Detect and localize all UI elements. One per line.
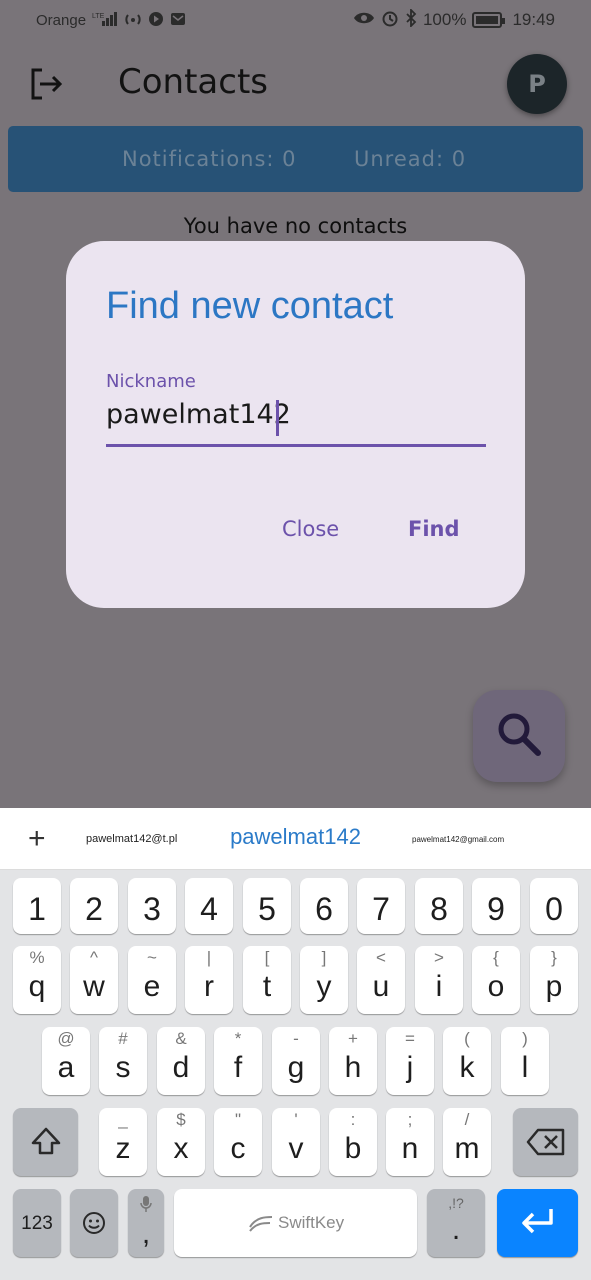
status-left: Orange LTE [36, 11, 186, 30]
key-r[interactable]: | r [185, 946, 233, 1014]
alarm-icon [381, 9, 399, 30]
key-7[interactable]: 7 [357, 878, 405, 934]
key-6[interactable]: 6 [300, 878, 348, 934]
avatar[interactable]: P [507, 54, 567, 114]
key-b[interactable]: :b [329, 1108, 377, 1176]
swiftkey-logo-icon [248, 1213, 274, 1238]
mail-icon [170, 11, 186, 30]
key-1[interactable]: 1 [13, 878, 61, 934]
key-2[interactable]: 2 [70, 878, 118, 934]
key-p[interactable]: } p [530, 946, 578, 1014]
key-k[interactable]: (k [443, 1027, 491, 1095]
nickname-input[interactable] [106, 397, 486, 447]
text-cursor [276, 400, 279, 436]
key-8[interactable]: 8 [415, 878, 463, 934]
period-key[interactable]: ,!? . [427, 1189, 485, 1257]
carrier-label: Orange [36, 12, 87, 29]
key-h[interactable]: + h [329, 1027, 377, 1095]
key-g[interactable]: -g [272, 1027, 320, 1095]
shift-key[interactable] [13, 1108, 78, 1176]
key-u[interactable]: < u [357, 946, 405, 1014]
status-right: 100% 19:49 [353, 7, 555, 30]
key-a[interactable]: @ a [42, 1027, 90, 1095]
bluetooth-icon [405, 7, 417, 30]
microphone-icon [140, 1195, 152, 1218]
key-v[interactable]: ' v [272, 1108, 320, 1176]
key-s[interactable]: # s [99, 1027, 147, 1095]
key-3[interactable]: 3 [128, 878, 176, 934]
logout-icon[interactable] [28, 66, 64, 102]
backspace-icon [526, 1128, 566, 1161]
key-d[interactable]: & d [157, 1027, 205, 1095]
key-t[interactable]: [t [243, 946, 291, 1014]
unread-count: Unread: 0 [354, 147, 467, 171]
key-c[interactable]: " c [214, 1108, 262, 1176]
suggestion-right[interactable]: pawelmat142@gmail.com [412, 835, 504, 844]
battery-icon [472, 11, 506, 28]
find-button[interactable]: Find [408, 517, 460, 541]
status-bar: Orange LTE 100% 19:49 [0, 0, 591, 42]
key-f[interactable]: * f [214, 1027, 262, 1095]
key-w[interactable]: ^ w [70, 946, 118, 1014]
key-z[interactable]: _ z [99, 1108, 147, 1176]
key-9[interactable]: 9 [472, 878, 520, 934]
emoji-icon [82, 1211, 106, 1240]
dialog-title: Find new contact [106, 285, 394, 327]
space-key[interactable]: SwiftKey [174, 1189, 417, 1257]
shift-icon [30, 1126, 62, 1163]
keyboard-suggestion-bar: + pawelmat142@t.pl pawelmat142 pawelmat1… [0, 808, 591, 870]
page-title: Contacts [118, 62, 268, 102]
enter-key[interactable] [497, 1189, 578, 1257]
find-contact-dialog: Find new contact Nickname Close Find [66, 241, 525, 608]
key-0[interactable]: 0 [530, 878, 578, 934]
key-y[interactable]: ] y [300, 946, 348, 1014]
signal-icon: LTE [92, 11, 118, 30]
key-5[interactable]: 5 [243, 878, 291, 934]
search-fab[interactable] [473, 690, 565, 782]
key-x[interactable]: $ x [157, 1108, 205, 1176]
key-i[interactable]: > i [415, 946, 463, 1014]
hotspot-icon [124, 11, 142, 30]
empty-state-message: You have no contacts [183, 214, 408, 238]
key-4[interactable]: 4 [185, 878, 233, 934]
play-icon [148, 11, 164, 30]
emoji-key[interactable] [70, 1189, 118, 1257]
search-icon [493, 708, 545, 764]
key-j[interactable]: = j [386, 1027, 434, 1095]
clock-time: 19:49 [512, 9, 555, 29]
key-q[interactable]: % q [13, 946, 61, 1014]
keyboard: 1 2 3 4 5 6 7 8 9 0 % q ^ w ~ e | r [t ] y < u… [0, 870, 591, 1280]
notifications-count: Notifications: 0 [122, 147, 297, 171]
numbers-key[interactable]: 123 [13, 1189, 61, 1257]
close-button[interactable]: Close [282, 517, 339, 541]
backspace-key[interactable] [513, 1108, 578, 1176]
battery-percent: 100% [422, 9, 467, 29]
eye-icon [353, 10, 375, 29]
key-n[interactable]: ; n [386, 1108, 434, 1176]
enter-icon [517, 1205, 557, 1244]
comma-key[interactable]: , [128, 1189, 164, 1257]
svg-text:LTE: LTE [92, 13, 105, 20]
key-m[interactable]: / m [443, 1108, 491, 1176]
notifications-bar[interactable]: Notifications: 0 Unread: 0 [8, 126, 583, 192]
key-e[interactable]: ~ e [128, 946, 176, 1014]
app-bar: Contacts P [0, 42, 591, 124]
nickname-label: Nickname [106, 371, 196, 392]
key-l[interactable]: ) l [501, 1027, 549, 1095]
key-o[interactable]: {o [472, 946, 520, 1014]
